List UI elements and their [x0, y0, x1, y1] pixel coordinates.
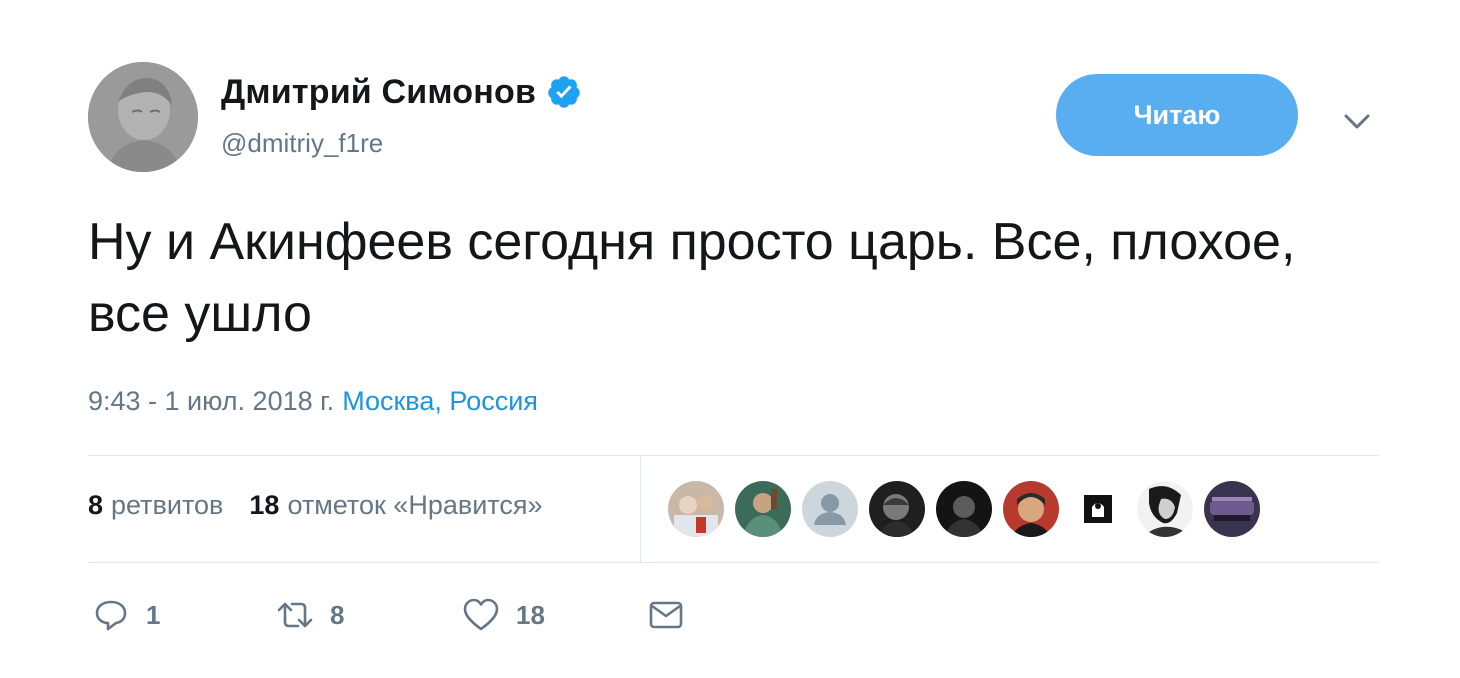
user-name-row: Дмитрий Симонов	[221, 70, 582, 114]
likers-avatars	[668, 481, 1260, 537]
liker-avatar[interactable]	[1137, 481, 1193, 537]
retweets-count: 8	[88, 490, 104, 520]
heart-icon	[463, 598, 499, 631]
user-avatar[interactable]	[88, 62, 198, 172]
verified-badge-icon	[546, 74, 582, 110]
like-button[interactable]: 18	[462, 596, 545, 634]
envelope-icon	[649, 601, 683, 629]
tweet-meta: 9:43 - 1 июл. 2018 г. Москва, Россия	[88, 386, 538, 417]
retweets-stat[interactable]: 8 ретвитов	[88, 490, 223, 521]
divider	[640, 455, 641, 562]
tweet-card: Дмитрий Симонов @dmitriy_f1re Читаю Ну и…	[0, 0, 1460, 678]
liker-avatar[interactable]	[735, 481, 791, 537]
user-display-name[interactable]: Дмитрий Симонов	[221, 73, 536, 112]
tweet-timestamp[interactable]: 9:43 - 1 июл. 2018 г.	[88, 386, 334, 417]
liker-avatar[interactable]	[1003, 481, 1059, 537]
liker-avatar[interactable]	[936, 481, 992, 537]
tweet-stats: 8 ретвитов 18 отметок «Нравится»	[88, 490, 542, 521]
likes-count: 18	[249, 490, 280, 520]
direct-message-button[interactable]	[647, 596, 685, 634]
liker-avatar[interactable]	[1204, 481, 1260, 537]
tweet-text: Ну и Акинфеев сегодня просто царь. Все, …	[88, 213, 1296, 343]
liker-avatar[interactable]	[869, 481, 925, 537]
likes-label: отметок «Нравится»	[287, 490, 543, 520]
reply-icon	[95, 600, 127, 631]
reply-button[interactable]: 1	[92, 596, 160, 634]
reply-count: 1	[146, 599, 161, 630]
divider	[88, 455, 1378, 456]
like-count: 18	[516, 599, 545, 630]
retweets-label: ретвитов	[111, 490, 224, 520]
following-button[interactable]: Читаю	[1056, 74, 1298, 156]
likes-stat[interactable]: 18 отметок «Нравится»	[249, 490, 542, 521]
retweet-icon	[277, 602, 313, 628]
chevron-down-icon[interactable]	[1340, 104, 1374, 138]
retweet-count: 8	[330, 599, 345, 630]
divider	[88, 562, 1378, 563]
default-avatar-icon[interactable]	[802, 481, 858, 537]
liker-avatar[interactable]	[668, 481, 724, 537]
user-handle[interactable]: @dmitriy_f1re	[221, 128, 383, 159]
retweet-button[interactable]: 8	[276, 596, 344, 634]
tweet-location-link[interactable]: Москва, Россия	[342, 386, 538, 417]
liker-avatar[interactable]	[1070, 481, 1126, 537]
profile-photo-icon	[88, 62, 198, 172]
